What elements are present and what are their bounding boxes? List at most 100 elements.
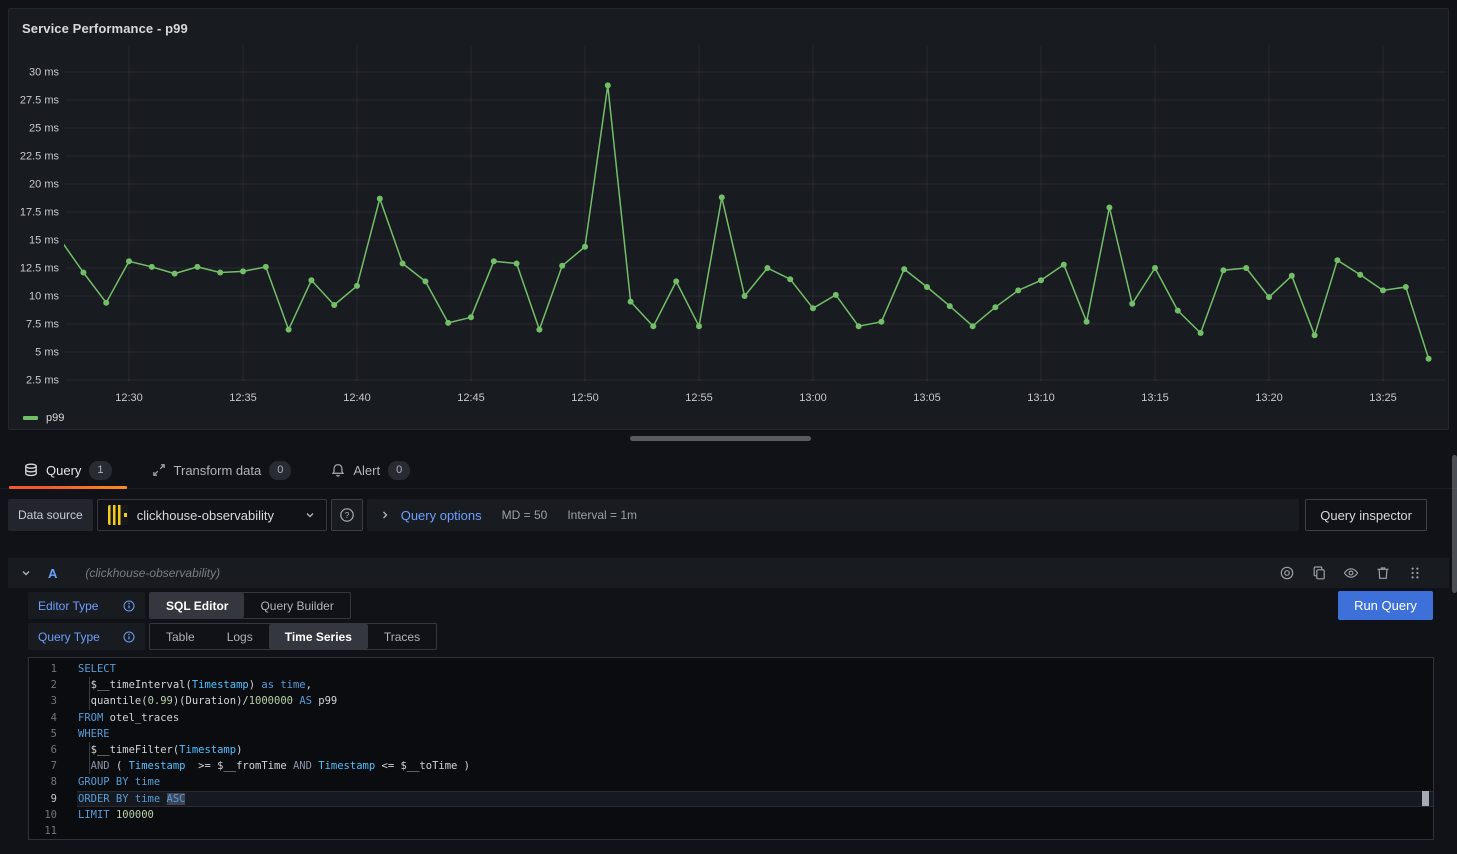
data-point[interactable] — [536, 327, 542, 333]
tab-transform-data[interactable]: Transform data 0 — [136, 452, 308, 488]
data-point[interactable] — [1015, 287, 1021, 293]
data-point[interactable] — [970, 323, 976, 329]
data-point[interactable] — [1038, 277, 1044, 283]
data-point[interactable] — [696, 323, 702, 329]
data-point[interactable] — [1243, 265, 1249, 271]
data-point[interactable] — [194, 264, 200, 270]
info-icon[interactable] — [123, 600, 135, 612]
data-point[interactable] — [308, 277, 314, 283]
remove-query-icon[interactable] — [1375, 565, 1391, 581]
data-point[interactable] — [103, 300, 109, 306]
data-point[interactable] — [377, 196, 383, 202]
run-query-button[interactable]: Run Query — [1338, 591, 1433, 620]
editor-type-option-sql-editor[interactable]: SQL Editor — [150, 593, 244, 618]
data-point[interactable] — [1198, 330, 1204, 336]
data-point[interactable] — [787, 276, 793, 282]
horizontal-scrollbar-thumb[interactable] — [630, 436, 811, 441]
code-line-4[interactable]: 4FROM otel_traces — [29, 710, 1433, 726]
data-point[interactable] — [126, 258, 132, 264]
data-point[interactable] — [719, 194, 725, 200]
data-point[interactable] — [628, 299, 634, 305]
code-line-3[interactable]: 3 quantile(0.99)(Duration)/1000000 AS p9… — [29, 693, 1433, 709]
data-point[interactable] — [149, 264, 155, 270]
code-line-6[interactable]: 6 $__timeFilter(Timestamp) — [29, 742, 1433, 758]
data-point[interactable] — [810, 305, 816, 311]
series-line[interactable] — [61, 85, 1429, 358]
data-point[interactable] — [1426, 356, 1432, 362]
editor-type-option-query-builder[interactable]: Query Builder — [244, 593, 349, 618]
data-point[interactable] — [491, 258, 497, 264]
info-icon[interactable] — [123, 631, 135, 643]
data-point[interactable] — [1266, 294, 1272, 300]
query-type-option-traces[interactable]: Traces — [368, 624, 436, 649]
data-point[interactable] — [172, 271, 178, 277]
data-point[interactable] — [1152, 265, 1158, 271]
data-point[interactable] — [878, 319, 884, 325]
query-options-toggle[interactable]: Query options — [401, 508, 482, 523]
data-point[interactable] — [80, 270, 86, 276]
data-point[interactable] — [400, 261, 406, 267]
collapse-chevron-icon[interactable] — [20, 567, 32, 579]
query-type-option-time-series[interactable]: Time Series — [269, 624, 368, 649]
data-point[interactable] — [742, 293, 748, 299]
data-point[interactable] — [1220, 267, 1226, 273]
data-point[interactable] — [514, 261, 520, 267]
query-type-option-logs[interactable]: Logs — [211, 624, 269, 649]
data-point[interactable] — [1175, 308, 1181, 314]
data-point[interactable] — [1357, 272, 1363, 278]
data-point[interactable] — [992, 304, 998, 310]
data-point[interactable] — [947, 303, 953, 309]
panel-title[interactable]: Service Performance - p99 — [22, 21, 188, 36]
datasource-help-button[interactable]: ? — [331, 499, 363, 531]
hide-response-icon[interactable] — [1343, 565, 1359, 581]
data-point[interactable] — [468, 314, 474, 320]
data-point[interactable] — [1380, 287, 1386, 293]
timeseries-chart[interactable]: 2.5 ms5 ms7.5 ms10 ms12.5 ms15 ms17.5 ms… — [9, 9, 1448, 429]
datasource-picker[interactable]: clickhouse-observability — [97, 499, 327, 531]
data-point[interactable] — [1312, 332, 1318, 338]
data-point[interactable] — [833, 292, 839, 298]
data-point[interactable] — [559, 263, 565, 269]
code-line-11[interactable]: 11 — [29, 823, 1433, 839]
chevron-right-icon[interactable] — [379, 509, 391, 521]
data-point[interactable] — [286, 327, 292, 333]
query-inspector-button[interactable]: Query inspector — [1305, 499, 1427, 531]
tab-query[interactable]: Query 1 — [8, 452, 128, 488]
data-point[interactable] — [1129, 301, 1135, 307]
data-point[interactable] — [217, 270, 223, 276]
data-point[interactable] — [650, 323, 656, 329]
data-point[interactable] — [445, 320, 451, 326]
data-point[interactable] — [331, 302, 337, 308]
sql-code-editor[interactable]: 1SELECT2 $__timeInterval(Timestamp) as t… — [28, 657, 1434, 840]
query-type-option-table[interactable]: Table — [150, 624, 211, 649]
code-line-10[interactable]: 10LIMIT 100000 — [29, 807, 1433, 823]
code-line-5[interactable]: 5WHERE — [29, 726, 1433, 742]
data-point[interactable] — [1084, 319, 1090, 325]
data-point[interactable] — [1334, 257, 1340, 263]
data-point[interactable] — [673, 278, 679, 284]
data-point[interactable] — [1106, 205, 1112, 211]
data-point[interactable] — [1403, 284, 1409, 290]
data-point[interactable] — [901, 266, 907, 272]
disable-query-icon[interactable] — [1279, 565, 1295, 581]
data-point[interactable] — [605, 82, 611, 88]
data-point[interactable] — [422, 278, 428, 284]
legend-label[interactable]: p99 — [46, 412, 64, 424]
query-row-header[interactable]: A (clickhouse-observability) — [8, 558, 1449, 588]
data-point[interactable] — [924, 284, 930, 290]
code-line-7[interactable]: 7 AND ( Timestamp >= $__fromTime AND Tim… — [29, 758, 1433, 774]
data-point[interactable] — [1061, 262, 1067, 268]
data-point[interactable] — [1289, 273, 1295, 279]
data-point[interactable] — [354, 283, 360, 289]
code-line-2[interactable]: 2 $__timeInterval(Timestamp) as time, — [29, 677, 1433, 693]
code-line-9[interactable]: 9ORDER BY time ASC — [29, 791, 1433, 807]
data-point[interactable] — [240, 268, 246, 274]
data-point[interactable] — [764, 265, 770, 271]
data-point[interactable] — [263, 264, 269, 270]
code-line-1[interactable]: 1SELECT — [29, 661, 1433, 677]
duplicate-query-icon[interactable] — [1311, 565, 1327, 581]
tab-alert[interactable]: Alert 0 — [315, 452, 426, 488]
data-point[interactable] — [856, 323, 862, 329]
data-point[interactable] — [582, 244, 588, 250]
code-line-8[interactable]: 8GROUP BY time — [29, 774, 1433, 790]
